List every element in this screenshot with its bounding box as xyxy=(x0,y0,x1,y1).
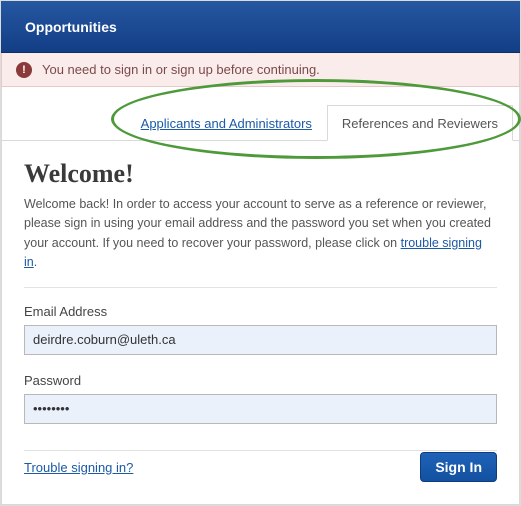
divider-bottom xyxy=(24,450,497,451)
alert-icon: ! xyxy=(16,62,32,78)
divider-top xyxy=(24,287,497,288)
header-bar: Opportunities xyxy=(1,1,520,53)
trouble-signin-link[interactable]: Trouble signing in? xyxy=(24,460,133,475)
email-label: Email Address xyxy=(24,304,497,319)
alert-banner: ! You need to sign in or sign up before … xyxy=(1,53,520,87)
email-field[interactable] xyxy=(24,325,497,355)
content-area: Welcome! Welcome back! In order to acces… xyxy=(2,141,519,451)
intro-body-b: . xyxy=(34,255,37,269)
signin-button[interactable]: Sign In xyxy=(420,452,497,482)
page-title: Welcome! xyxy=(24,159,497,189)
app-window: Opportunities ! You need to sign in or s… xyxy=(0,0,521,506)
tab-bar: Applicants and Administrators References… xyxy=(2,87,519,141)
footer-row: Trouble signing in? Sign In xyxy=(24,452,497,482)
intro-text: Welcome back! In order to access your ac… xyxy=(24,195,497,273)
tab-reviewers[interactable]: References and Reviewers xyxy=(327,105,513,141)
brand-link[interactable]: Opportunities xyxy=(25,19,117,35)
password-field[interactable] xyxy=(24,394,497,424)
tab-applicants[interactable]: Applicants and Administrators xyxy=(126,105,327,141)
password-label: Password xyxy=(24,373,497,388)
main-panel: Applicants and Administrators References… xyxy=(1,87,520,505)
alert-text: You need to sign in or sign up before co… xyxy=(42,62,320,77)
